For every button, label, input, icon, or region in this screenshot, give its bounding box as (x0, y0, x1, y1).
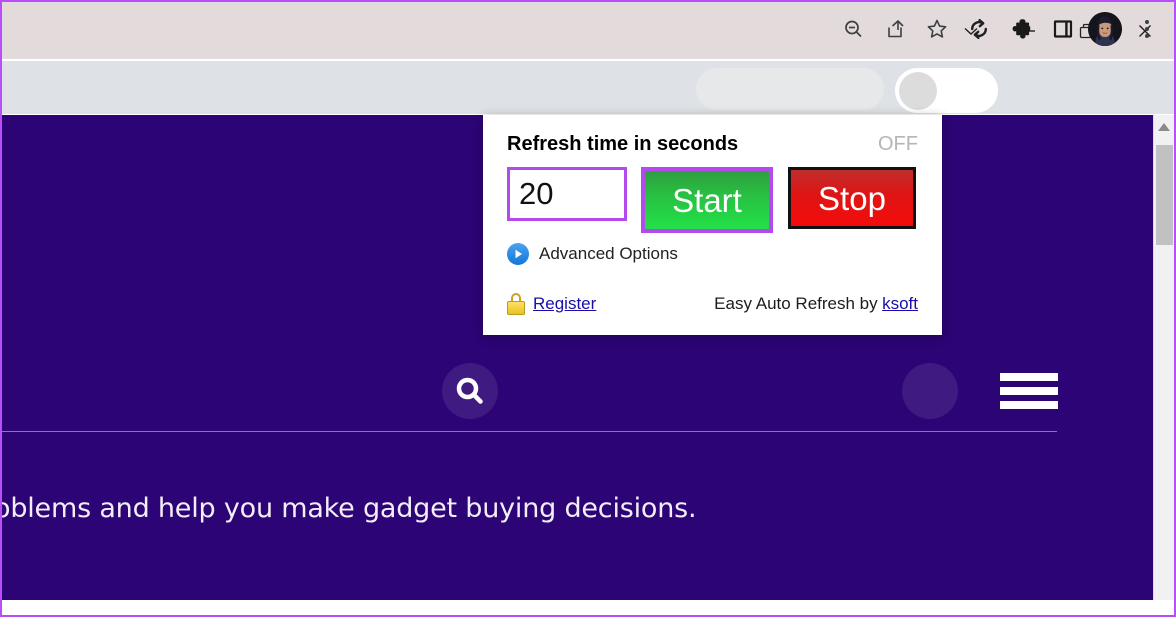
site-hamburger-menu[interactable] (1000, 373, 1058, 409)
credit-text-group: Easy Auto Refresh by ksoft (714, 294, 918, 314)
site-search-icon[interactable] (442, 363, 498, 419)
profile-avatar[interactable] (1084, 8, 1126, 50)
site-search-circle-right (902, 363, 958, 419)
page-tagline: oblems and help you make gadget buying d… (2, 493, 697, 524)
seconds-input[interactable] (510, 170, 624, 218)
ksoft-link[interactable]: ksoft (882, 294, 918, 313)
register-link[interactable]: Register (533, 294, 596, 314)
hamburger-bar-1 (1000, 373, 1058, 381)
scroll-up-arrow[interactable] (1154, 115, 1174, 139)
omnibox-action-group (696, 68, 884, 110)
bookmark-star-icon[interactable] (916, 8, 958, 50)
hamburger-bar-3 (1000, 401, 1058, 409)
credit-text: Easy Auto Refresh by (714, 294, 878, 313)
stop-button[interactable]: Stop (788, 167, 916, 229)
popup-footer: Register Easy Auto Refresh by ksoft (507, 293, 918, 315)
seconds-input-wrapper[interactable] (507, 167, 627, 221)
browser-window: oblems and help you make gadget buying d… (0, 0, 1176, 617)
page-scrollbar[interactable] (1153, 115, 1174, 600)
chrome-menu-icon[interactable] (1126, 8, 1168, 50)
popup-title: Refresh time in seconds (507, 133, 739, 155)
play-icon (507, 243, 529, 265)
start-button-highlight: Start (641, 167, 773, 233)
active-extension-highlight (899, 72, 937, 110)
lock-icon (507, 293, 525, 315)
advanced-options-label: Advanced Options (539, 244, 678, 263)
extensions-puzzle-icon[interactable] (1000, 8, 1042, 50)
register-group[interactable]: Register (507, 293, 596, 315)
section-divider (2, 431, 1057, 432)
toolbar-actions (832, 2, 1168, 55)
popup-header: Refresh time in seconds OFF (507, 133, 918, 156)
easy-auto-refresh-popup: Refresh time in seconds OFF Start Stop A… (483, 115, 942, 335)
advanced-options-row[interactable]: Advanced Options (507, 243, 678, 265)
side-panel-icon[interactable] (1042, 8, 1084, 50)
zoom-out-icon[interactable] (832, 8, 874, 50)
start-button[interactable]: Start (645, 171, 769, 229)
scroll-thumb[interactable] (1156, 145, 1173, 245)
window-bottom-strip (2, 600, 1174, 615)
browser-toolbar (2, 61, 1174, 114)
share-icon[interactable] (874, 8, 916, 50)
lock-body (507, 301, 525, 315)
hamburger-bar-2 (1000, 387, 1058, 395)
refresh-extension-icon[interactable] (958, 8, 1000, 50)
avatar-image (1088, 11, 1122, 46)
popup-controls-row: Start Stop (507, 167, 916, 233)
status-badge: OFF (878, 133, 918, 155)
